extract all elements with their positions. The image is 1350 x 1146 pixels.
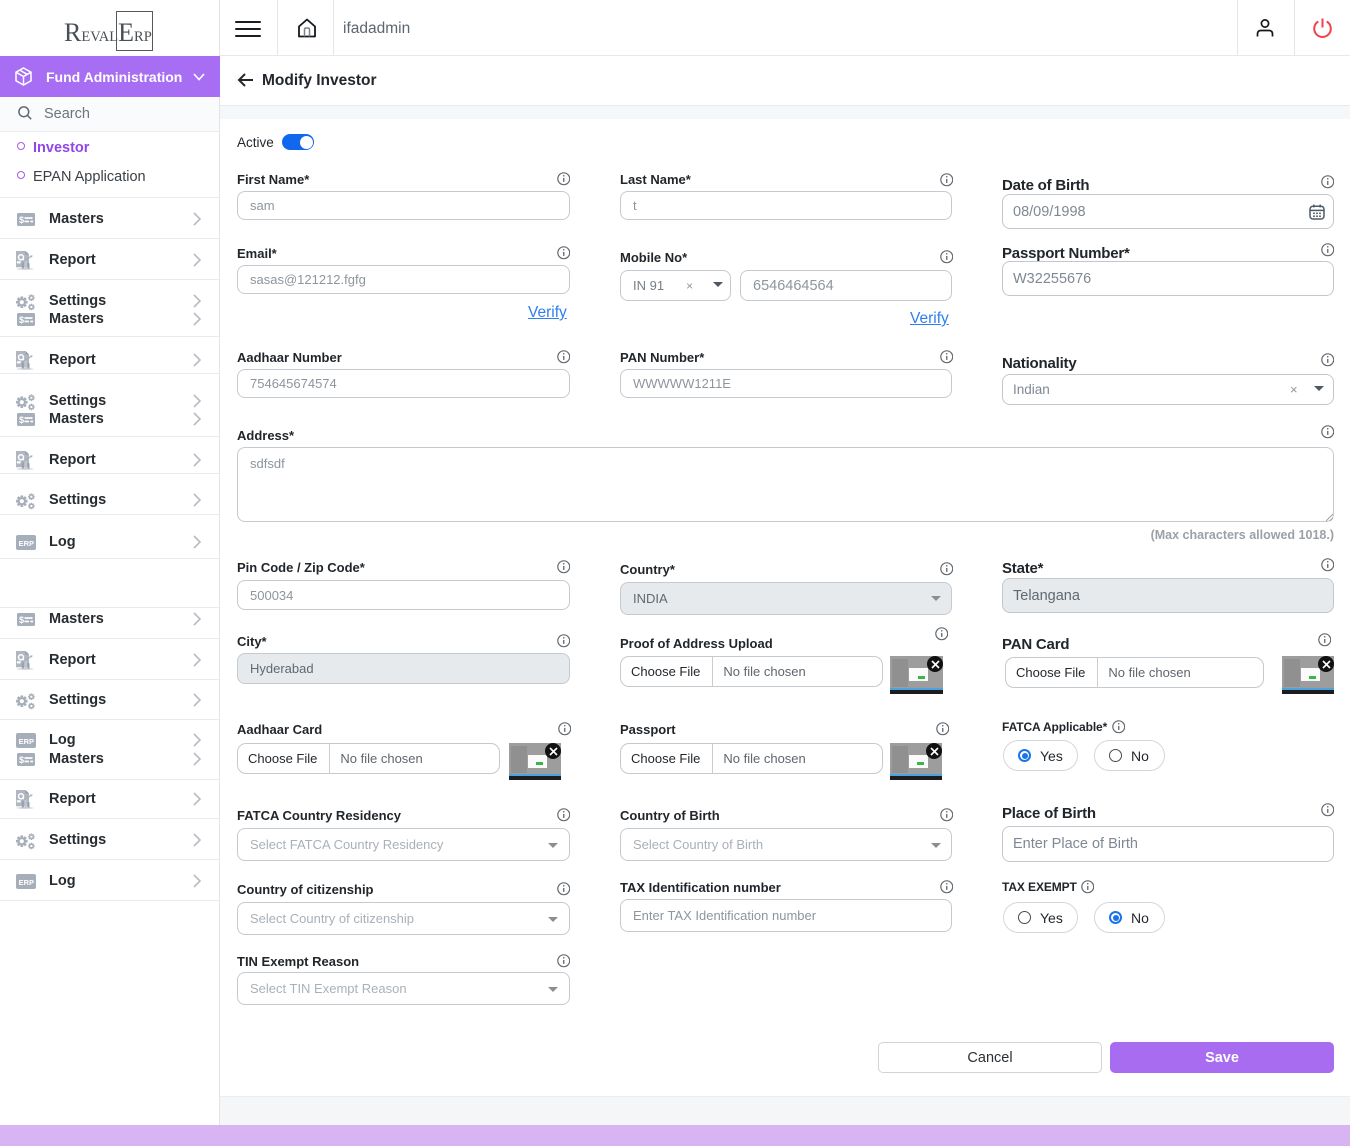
svg-text:$: $: [19, 215, 24, 225]
svg-text:$: $: [19, 415, 24, 425]
svg-text:$: $: [19, 755, 24, 765]
svg-text:$: $: [19, 615, 24, 625]
svg-text:ERP: ERP: [19, 737, 34, 746]
svg-text:$: $: [19, 315, 24, 325]
svg-text:ERP: ERP: [19, 878, 34, 887]
